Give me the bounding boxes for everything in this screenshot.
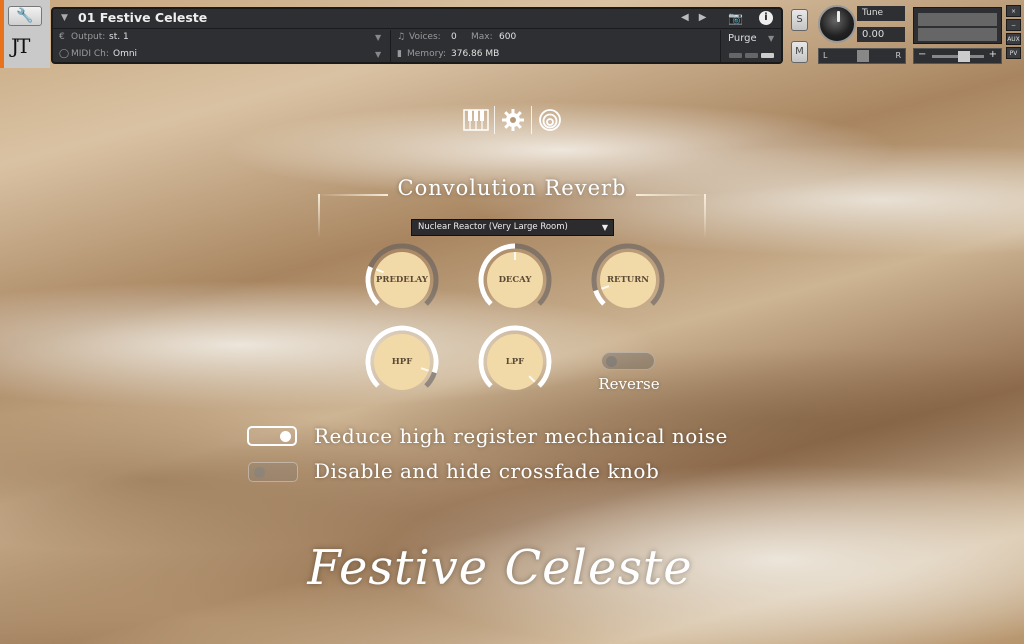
instrument-title-row: ▼ 01 Festive Celeste ◀▶ 📷 i [53,9,781,29]
volume-minus-label: − [918,49,927,60]
output-dropdown-icon[interactable]: ▼ [375,33,381,42]
output-icon: € [59,32,65,42]
midi-label: MIDI Ch: [71,49,109,59]
frame-line-right-vertical [704,194,706,238]
pan-left-label: L [823,51,828,60]
divider [720,30,721,64]
close-button[interactable]: × [1006,5,1021,17]
tune-knob[interactable] [818,5,856,43]
purge-meters [729,53,774,58]
lpf-knob[interactable]: LPF [475,324,555,404]
wrench-icon: 🔧 [16,8,34,24]
purge-dropdown-icon[interactable]: ▼ [768,34,774,43]
midi-icon: ◯ [59,49,70,59]
midi-value[interactable]: Omni [113,49,137,59]
accent-edge [0,0,4,68]
reduce-noise-label: Reduce high register mechanical noise [314,424,728,448]
tab-settings[interactable] [499,106,527,134]
tune-label: Tune [857,6,905,21]
tab-reverb[interactable] [536,106,564,134]
return-knob[interactable]: RETURN [588,242,668,322]
hpf-knob-label: HPF [391,357,413,367]
decay-knob-label: DECAY [498,275,532,285]
reverb-preset-select[interactable]: Nuclear Reactor (Very Large Room) ▼ [411,219,614,236]
output-label: Output: [71,32,106,42]
pan-slider[interactable]: L R [818,48,906,64]
page-tabs [462,106,564,134]
voices-icon: ♫ [397,32,406,42]
memory-icon: ▮ [397,49,402,59]
pv-button[interactable]: PV [1006,47,1021,59]
info-icon[interactable]: i [759,11,773,25]
volume-plus-label: + [988,49,997,60]
tune-value[interactable]: 0.00 [857,27,905,42]
output-value[interactable]: st. 1 [109,32,129,42]
disable-crossfade-toggle[interactable] [248,462,298,482]
level-meter [913,7,1002,44]
minimize-button[interactable]: − [1006,19,1021,31]
mute-button[interactable]: M [791,41,808,63]
max-voices-value[interactable]: 600 [499,32,516,42]
gear-icon [502,109,524,131]
pan-handle[interactable] [857,50,869,62]
return-knob-label: RETURN [606,275,650,285]
purge-button[interactable]: Purge [728,33,757,44]
reduce-noise-toggle-handle [280,431,291,442]
solo-button[interactable]: S [791,9,808,31]
prev-next-arrows-icon[interactable]: ◀▶ [681,12,716,23]
reverb-title: Convolution Reverb [397,176,627,200]
divider [390,30,391,64]
frame-line-left-vertical [318,194,320,238]
tab-keyboard[interactable] [462,106,490,134]
aux-button[interactable]: AUX [1006,33,1021,45]
camera-icon[interactable]: 📷 [728,11,743,25]
decay-knob[interactable]: DECAY [475,242,555,322]
reverb-preset-value: Nuclear Reactor (Very Large Room) [418,222,568,232]
collapse-chevron-icon[interactable]: ▼ [61,13,68,23]
midi-dropdown-icon[interactable]: ▼ [375,50,381,59]
predelay-knob[interactable]: PREDELAY [362,242,442,322]
voices-label: Voices: [409,32,441,42]
pan-right-label: R [895,51,901,60]
edit-instrument-button[interactable]: 🔧 [8,6,42,26]
return-knob-value-arc [593,289,606,306]
logo: JT [11,34,30,58]
memory-label: Memory: [407,49,446,59]
piano-icon [463,109,489,131]
brand-title: Festive Celeste [307,540,693,596]
voices-value: 0 [451,32,457,42]
volume-handle[interactable] [958,51,970,62]
side-buttons: × − AUX PV [1006,5,1021,61]
reduce-noise-toggle[interactable] [247,426,297,446]
instrument-name[interactable]: 01 Festive Celeste [78,10,207,25]
reverse-label: Reverse [598,375,660,393]
volume-slider[interactable]: − + [913,48,1002,64]
disable-crossfade-label: Disable and hide crossfade knob [314,459,660,483]
hpf-knob[interactable]: HPF [362,324,442,404]
max-label: Max: [471,32,493,42]
lpf-knob-label: LPF [505,357,525,367]
predelay-knob-label: PREDELAY [375,275,428,285]
reverse-toggle[interactable] [601,352,655,370]
reverb-icon [539,109,561,131]
disable-crossfade-toggle-handle [254,467,265,478]
memory-value: 376.86 MB [451,49,500,59]
instrument-header: ▼ 01 Festive Celeste ◀▶ 📷 i € Output: st… [51,7,783,64]
chevron-down-icon: ▼ [601,223,608,232]
reverse-toggle-handle [606,356,617,367]
